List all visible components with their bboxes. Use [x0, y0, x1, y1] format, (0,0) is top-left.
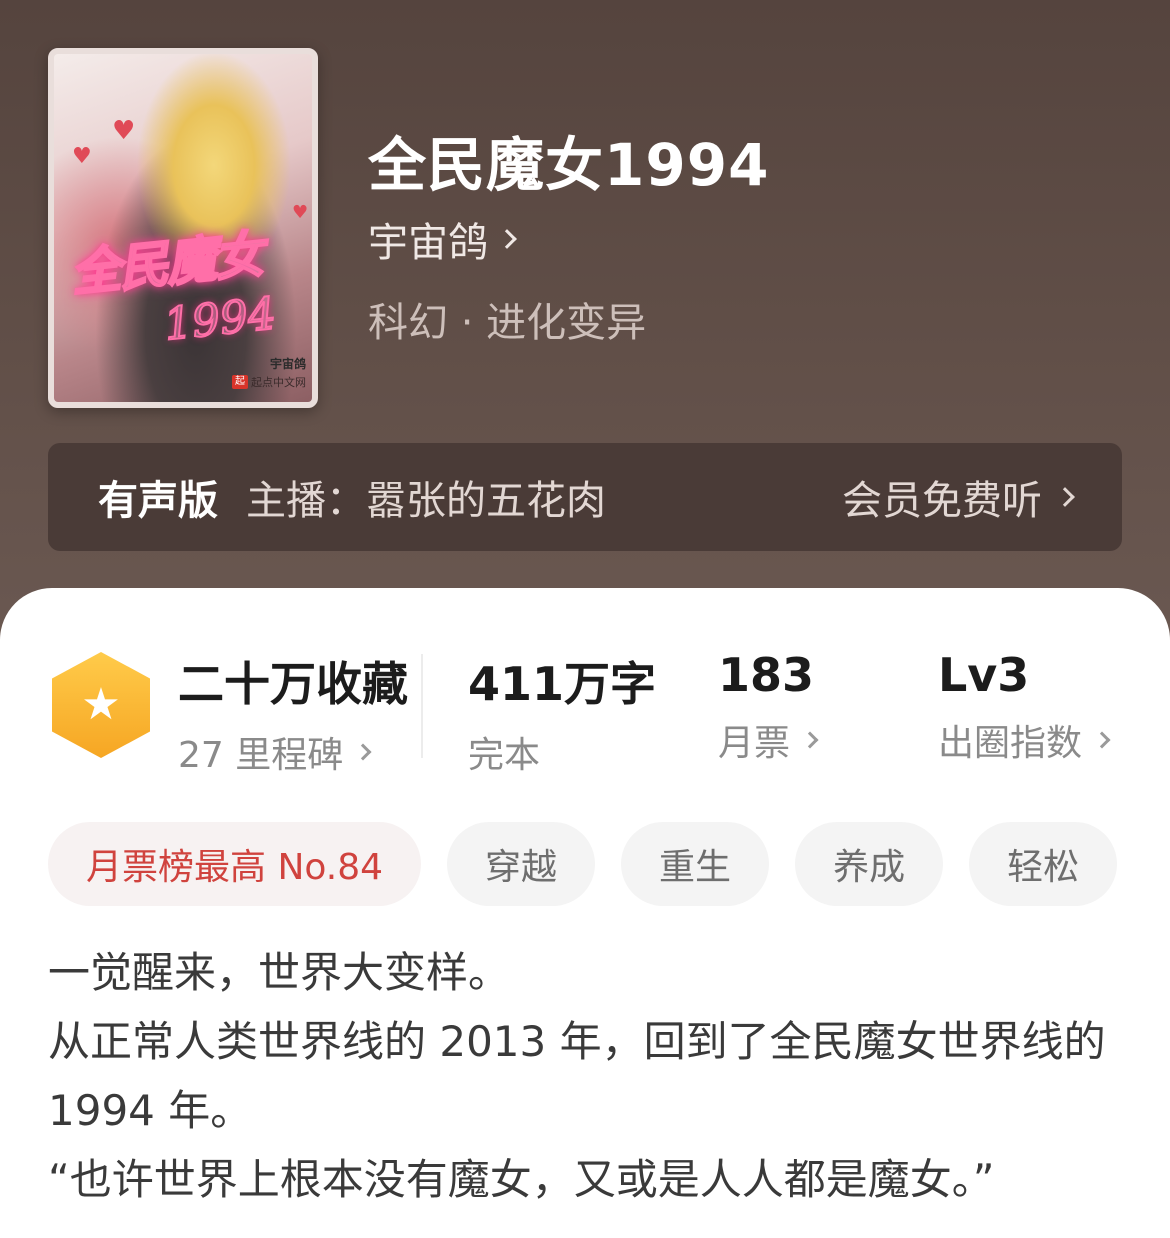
monthly-ticket-link[interactable]: 月票: [718, 714, 819, 766]
heart-icon: ♥: [112, 116, 136, 146]
chevron-right-icon: [354, 743, 372, 761]
cover-author: 宇宙鸽: [269, 357, 306, 371]
description-line: 从正常人类世界线的 2013 年，回到了全民魔女世界线的 1994 年。: [48, 1017, 1106, 1135]
audio-anchor: 主播：嚣张的五花肉: [246, 478, 606, 524]
completion-status: 完本: [468, 735, 541, 776]
author-link[interactable]: 宇宙鸽: [368, 210, 517, 268]
milestones-link[interactable]: 27 里程碑: [178, 726, 408, 778]
tag-item[interactable]: 轻松: [969, 822, 1118, 906]
author-name: 宇宙鸽: [368, 220, 488, 266]
audio-version-bar[interactable]: 有声版 主播：嚣张的五花肉 会员免费听: [48, 443, 1122, 551]
stats-divider: [421, 654, 423, 758]
description-line: “也许世界上根本没有魔女，又或是人人都是魔女。”: [48, 1155, 995, 1204]
popularity-level: Lv3: [938, 648, 1030, 702]
book-title: 全民魔女1994: [368, 131, 770, 199]
heart-icon: ♥: [292, 202, 309, 223]
chevron-right-icon: [497, 229, 517, 249]
monthly-ticket-count: 183: [718, 648, 815, 702]
word-count: 411万字: [468, 657, 657, 711]
stat-monthly-tickets[interactable]: 183 月票: [718, 648, 819, 766]
popularity-index-link[interactable]: 出圈指数: [938, 714, 1111, 766]
description-line: 一觉醒来，世界大变样。: [48, 948, 511, 997]
tag-item[interactable]: 穿越: [447, 822, 596, 906]
chevron-right-icon: [1093, 731, 1111, 749]
stat-word-count: 411万字 完本: [468, 648, 656, 778]
free-listen-button[interactable]: 会员免费听: [842, 468, 1075, 526]
stat-collections[interactable]: 二十万收藏 27 里程碑: [178, 648, 408, 778]
heart-icon: ♥: [72, 144, 92, 169]
tag-list: 月票榜最高 No.84 穿越 重生 养成 轻松: [48, 822, 1118, 906]
publisher-name: 起点中文网: [251, 376, 306, 389]
publisher-logo-icon: 起: [232, 375, 248, 389]
free-listen-label: 会员免费听: [842, 478, 1042, 524]
cover-publisher: 起 起点中文网: [232, 374, 306, 390]
tag-item[interactable]: 养成: [795, 822, 944, 906]
stat-popularity-index[interactable]: Lv3 出圈指数: [938, 648, 1111, 766]
stats-row: ★ 二十万收藏 27 里程碑 411万字 完本 183 月票 Lv3 出圈指数: [0, 638, 1170, 776]
book-description[interactable]: 一觉醒来，世界大变样。 从正常人类世界线的 2013 年，回到了全民魔女世界线的…: [48, 938, 1128, 1214]
popularity-index-label: 出圈指数: [938, 723, 1083, 764]
monthly-ticket-label: 月票: [718, 723, 791, 764]
milestones-label: 27 里程碑: [178, 735, 344, 776]
tag-ranking[interactable]: 月票榜最高 No.84: [48, 822, 422, 906]
book-cover[interactable]: ♥ ♥ ♥ 全民魔女 1994 宇宙鸽 起 起点中文网: [48, 48, 318, 408]
book-header: ♥ ♥ ♥ 全民魔女 1994 宇宙鸽 起 起点中文网 全民魔女1994 宇宙鸽…: [0, 0, 1170, 640]
chevron-right-icon: [1055, 487, 1075, 507]
collections-count: 二十万收藏: [178, 657, 408, 711]
audio-version-label: 有声版: [98, 478, 218, 524]
tag-item[interactable]: 重生: [621, 822, 770, 906]
book-genre: 科幻 · 进化变异: [368, 300, 647, 346]
chevron-right-icon: [801, 731, 819, 749]
star-icon: ★: [81, 679, 121, 730]
book-info-card: ★ 二十万收藏 27 里程碑 411万字 完本 183 月票 Lv3 出圈指数: [0, 588, 1170, 1238]
